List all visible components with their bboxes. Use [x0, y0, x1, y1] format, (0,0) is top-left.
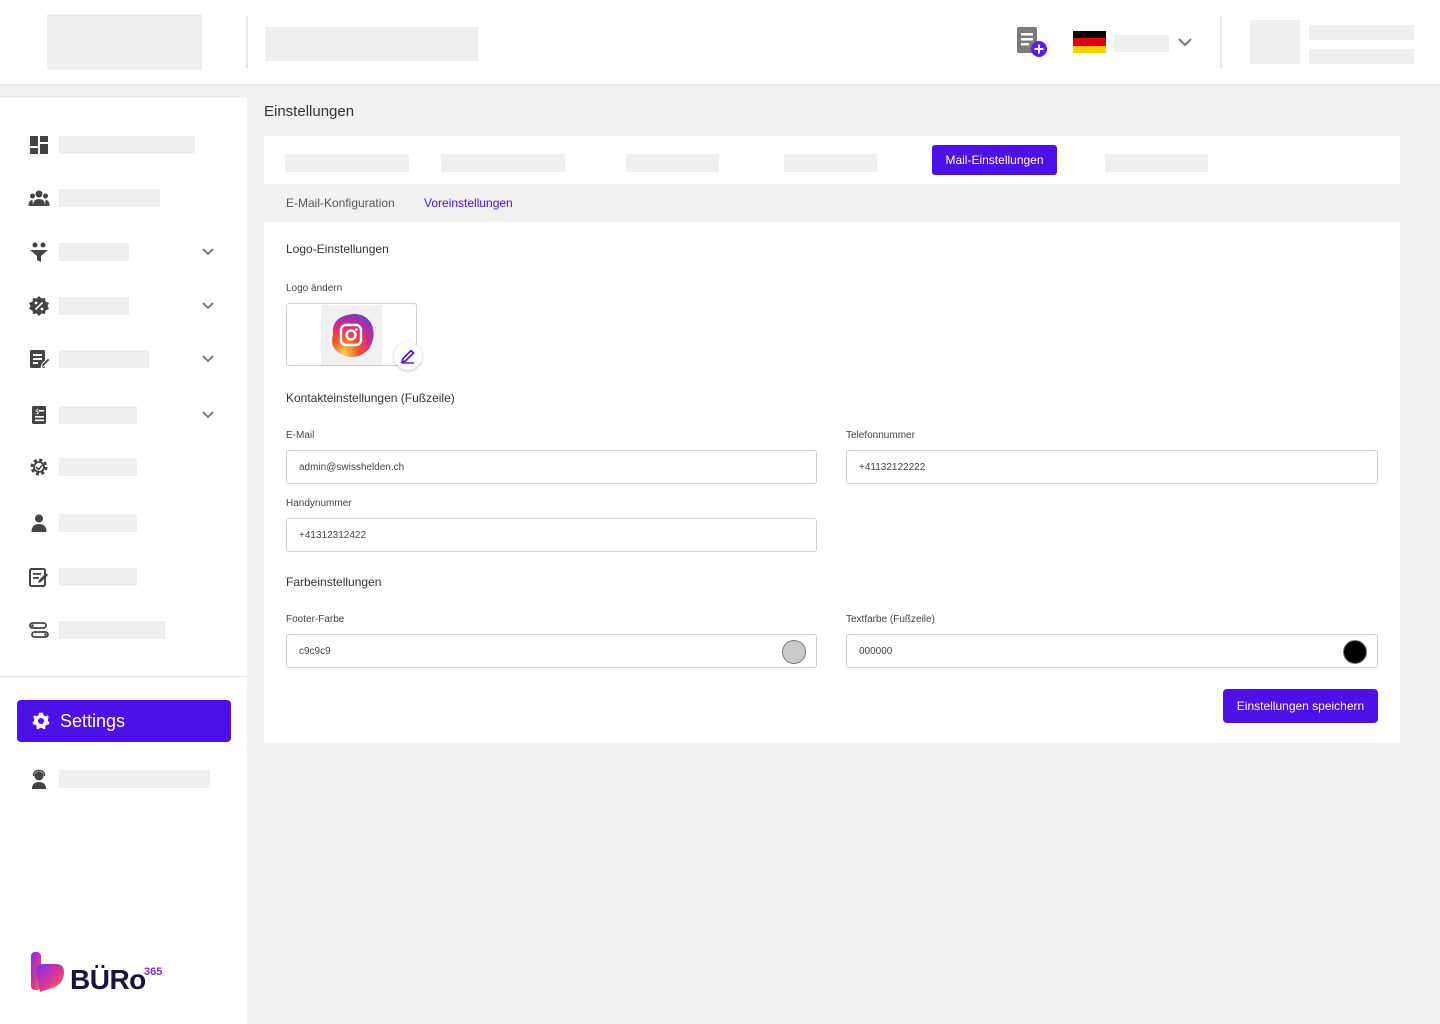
invoice-icon: $ — [32, 406, 46, 424]
email-field[interactable]: admin@swisshelden.ch — [286, 450, 817, 484]
save-settings-button[interactable]: Einstellungen speichern — [1223, 689, 1378, 723]
sidebar-item-notes[interactable] — [28, 562, 228, 592]
section-contact-settings: Kontakteinstellungen (Fußzeile) — [286, 391, 455, 405]
sidebar-item-integrations[interactable] — [28, 615, 228, 645]
sidebar-item-profile[interactable] — [28, 508, 228, 538]
page-title: Einstellungen — [264, 103, 355, 120]
mobile-field[interactable]: +41312312422 — [286, 518, 817, 552]
footer-color-label: Footer-Farbe — [286, 614, 345, 625]
brand-suffix: 365 — [144, 966, 163, 978]
chevron-down-icon[interactable] — [200, 407, 216, 423]
tab-placeholder[interactable] — [784, 154, 877, 172]
settings-tabs: Mail-Einstellungen — [264, 136, 1400, 184]
sidebar-item-settings[interactable]: Settings — [17, 700, 231, 742]
support-agent-icon — [32, 769, 46, 789]
sidebar-divider — [0, 676, 247, 677]
text-color-label: Textfarbe (Fußzeile) — [846, 614, 935, 625]
tab-mail-settings[interactable]: Mail-Einstellungen — [932, 145, 1057, 175]
sidebar-item-dashboard[interactable] — [28, 130, 228, 160]
brand-logo: BÜRo 365 — [30, 950, 162, 999]
chevron-down-icon[interactable] — [1176, 33, 1194, 51]
text-color-value: 000000 — [859, 645, 893, 657]
text-color-field[interactable]: 000000 — [846, 634, 1378, 668]
tab-placeholder[interactable] — [626, 154, 719, 172]
phone-label: Telefonnummer — [846, 430, 915, 441]
avatar[interactable] — [1250, 20, 1300, 64]
sidebar-item-configuration[interactable] — [28, 452, 228, 482]
german-flag-icon[interactable] — [1073, 31, 1106, 53]
funnel-users-icon — [30, 242, 48, 262]
header-divider-right — [1220, 16, 1222, 68]
chevron-down-icon[interactable] — [200, 351, 216, 367]
logo-placeholder — [47, 14, 202, 70]
route-icon — [29, 622, 49, 638]
tab-placeholder[interactable] — [441, 154, 565, 172]
dashboard-icon — [30, 136, 48, 154]
sidebar-item-discounts[interactable] — [28, 291, 228, 321]
sidebar-item-funnel[interactable] — [28, 237, 228, 267]
sidebar-item-documents[interactable] — [28, 344, 228, 374]
notepad-edit-icon — [29, 568, 48, 587]
tab-placeholder[interactable] — [285, 154, 409, 172]
user-icon — [31, 514, 47, 532]
gear-check-icon — [30, 458, 48, 476]
phone-field[interactable]: +41132122222 — [846, 450, 1378, 484]
section-color-settings: Farbeinstellungen — [286, 575, 382, 589]
users-icon — [28, 190, 50, 206]
sidebar-item-invoices[interactable]: $ — [28, 400, 228, 430]
subtab-presets[interactable]: Voreinstellungen — [424, 196, 513, 210]
logo-change-label: Logo ändern — [286, 283, 343, 294]
settings-label: Settings — [60, 710, 126, 731]
text-color-swatch[interactable] — [1343, 640, 1367, 664]
svg-text:$: $ — [35, 408, 39, 416]
gear-icon — [32, 712, 50, 730]
pencil-icon — [400, 349, 415, 364]
chevron-down-icon[interactable] — [200, 244, 216, 260]
footer-color-swatch[interactable] — [782, 640, 806, 664]
edit-document-icon — [30, 350, 50, 370]
footer-color-field[interactable]: c9c9c9 — [286, 634, 817, 668]
subtab-email-config[interactable]: E-Mail-Konfiguration — [286, 196, 395, 210]
footer-color-value: c9c9c9 — [299, 645, 331, 657]
chevron-down-icon[interactable] — [200, 298, 216, 314]
user-role-placeholder — [1309, 49, 1414, 64]
sidebar-item-support[interactable] — [28, 764, 228, 794]
mobile-label: Handynummer — [286, 498, 352, 509]
instagram-logo-image — [321, 305, 382, 365]
top-bar — [0, 0, 1440, 84]
email-label: E-Mail — [286, 430, 315, 441]
section-logo-settings: Logo-Einstellungen — [286, 242, 389, 256]
header-divider — [246, 16, 248, 68]
instagram-icon — [332, 314, 374, 357]
user-name-placeholder — [1309, 25, 1414, 40]
tab-placeholder[interactable] — [1105, 154, 1208, 172]
edit-logo-button[interactable] — [394, 342, 422, 370]
add-document-icon[interactable] — [1015, 26, 1049, 60]
search-placeholder[interactable] — [265, 27, 478, 61]
discount-badge-icon — [29, 296, 49, 316]
sidebar-item-team[interactable] — [28, 183, 228, 213]
settings-panel: Logo-Einstellungen Logo ändern Kontaktei… — [264, 222, 1400, 743]
sidebar: $ Settings BÜRo 365 — [0, 98, 247, 1024]
brand-name: BÜRo — [70, 964, 146, 995]
language-label-placeholder[interactable] — [1114, 35, 1169, 52]
brand-mark-icon — [31, 952, 64, 992]
